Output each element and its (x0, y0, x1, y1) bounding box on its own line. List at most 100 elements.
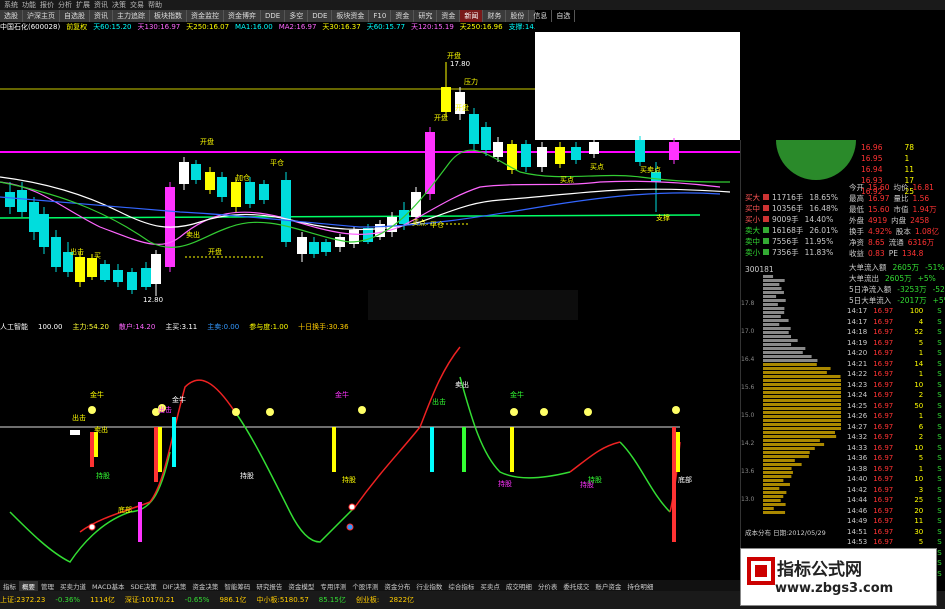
candle-16 (205, 172, 215, 190)
menu-tab-11[interactable]: 板块资金 (332, 10, 370, 22)
bottom-tab-18[interactable]: 分价表 (535, 581, 561, 591)
bottom-tab-17[interactable]: 成交明细 (503, 581, 535, 591)
menu-tab-10[interactable]: DDE (308, 10, 333, 22)
menu-tab-7[interactable]: 资金博弈 (224, 10, 261, 22)
profile-y-tick-0: 17.8 (741, 300, 755, 307)
bottom-tab-1[interactable]: 概要 (19, 580, 38, 591)
candle-7 (87, 258, 97, 277)
titlebar-menu-0: 系统 (4, 1, 18, 9)
quote-header-item-4: 天250:16.07 (186, 23, 230, 31)
fund-pct-1: +5% (917, 274, 936, 283)
bottom-tab-2[interactable]: 管理 (38, 581, 57, 591)
marker-icon-2 (346, 523, 354, 531)
titlebar-menu-6: 决策 (112, 1, 126, 9)
main-annotation-0: 开盘 (200, 137, 214, 146)
quote-val-5: 8.65 (868, 238, 885, 247)
smiley-icon-8 (584, 408, 592, 416)
order-bar-icon-0 (763, 194, 769, 200)
menu-tab-20[interactable]: 自选 (552, 10, 576, 22)
candle-21 (281, 180, 291, 242)
bottom-tab-14[interactable]: 行业指数 (413, 581, 445, 591)
profile-label: 成本分布 日期:2012/05/29 (745, 529, 826, 537)
menu-tab-1[interactable]: 沪深主页 (23, 10, 60, 22)
order-pct-5: 11.83% (804, 248, 834, 257)
status-item-8: 创业板: (355, 596, 380, 604)
menu-tab-19[interactable]: 信息 (529, 10, 553, 22)
main-annotation-14: 平仓 (430, 220, 444, 229)
tick-vol-0: 100 (909, 307, 924, 315)
menu-tab-2[interactable]: 自选股 (60, 10, 90, 22)
profile-bar-0 (763, 275, 774, 278)
bottom-tab-16[interactable]: 买卖点 (477, 581, 503, 591)
tick-time-19: 14:46 (847, 506, 868, 515)
profile-bar-3 (763, 287, 782, 290)
bottom-tab-10[interactable]: 资金模型 (285, 581, 317, 591)
indicator-annotation-3: 金牛 (172, 395, 186, 404)
bottom-tab-9[interactable]: 研究报告 (253, 581, 285, 591)
profile-bar-46 (763, 459, 795, 462)
quote-header-item-6: MA2:16.97 (278, 23, 317, 31)
kline-chart[interactable]: 17.8016.9416.0415.1714.2813.4112.55开盘出击买… (0, 32, 740, 322)
menu-tab-15[interactable]: 资金 (437, 10, 461, 22)
quote-label-4: 换手 (849, 227, 864, 236)
bottom-tab-7[interactable]: 资金决策 (189, 581, 221, 591)
quote-val2-2: 1.94万 (912, 205, 937, 214)
bottom-tab-3[interactable]: 买卖力道 (57, 581, 89, 591)
bottom-tab-19[interactable]: 委托成交 (560, 581, 592, 591)
tick-side-9: S (937, 401, 942, 410)
main-annotation-2: 买 (94, 252, 101, 260)
menu-tab-18[interactable]: 股份 (506, 10, 530, 22)
bottom-tab-15[interactable]: 综合指标 (445, 581, 477, 591)
main-annotation-4: 开盘 (208, 247, 222, 256)
menu-tab-17[interactable]: 财务 (483, 10, 507, 22)
bottom-tab-11[interactable]: 专用评测 (317, 581, 349, 591)
tick-row-19: 14:46 16.97 20 S (847, 506, 942, 517)
indicator-header-item-1: 100.00 (38, 323, 63, 331)
menu-tab-13[interactable]: 资金 (391, 10, 415, 22)
bottom-tab-6[interactable]: DIF决策 (160, 581, 190, 591)
tick-time-4: 14:20 (847, 349, 868, 357)
title-bar: 系统 功能 报价 分析 扩展 资讯 决策 交易 帮助 (0, 0, 945, 10)
indicator-header-item-5: 主卖:0.00 (207, 323, 240, 331)
profile-bar-57 (763, 503, 786, 506)
bottom-tab-8[interactable]: 智能筹码 (221, 581, 253, 591)
profile-bar-7 (763, 303, 778, 306)
menu-tab-5[interactable]: 板块指数 (150, 10, 187, 22)
tick-side-14: S (937, 454, 942, 462)
bottom-tab-4[interactable]: MACD基本 (89, 581, 127, 591)
bottom-tab-20[interactable]: 账户资金 (592, 581, 624, 591)
indicator-annotation-12: 持股 (342, 475, 356, 484)
bottom-tab-21[interactable]: 持仓明细 (624, 581, 656, 591)
candle-23 (309, 242, 319, 254)
main-annotation-6: 加仓 (236, 173, 250, 182)
tick-side-20: S (937, 517, 942, 525)
profile-bar-55 (763, 495, 784, 498)
candle-4 (51, 237, 61, 267)
menu-tab-12[interactable]: F10 (369, 10, 392, 22)
tick-side-7: S (937, 380, 942, 389)
fund-row-0: 大单流入额 2605万 -51% (849, 262, 944, 273)
profile-bar-29 (763, 391, 841, 394)
menu-tab-14[interactable]: 研究 (414, 10, 438, 22)
tick-price-18: 16.97 (873, 496, 894, 504)
bottom-tab-5[interactable]: SDE决策 (127, 581, 159, 591)
menu-tab-3[interactable]: 资讯 (90, 10, 113, 22)
bottom-tab-0[interactable]: 指标 (0, 581, 19, 591)
tick-row-13: 14:33 16.97 10 S (847, 443, 942, 454)
profile-bar-11 (763, 319, 789, 322)
menu-tab-4[interactable]: 主力追踪 (113, 10, 150, 22)
bottom-tab-12[interactable]: 个股评测 (349, 581, 381, 591)
indicator-chart[interactable]: 金牛金牛金牛金牛出击出击出击卖出卖出持股持股持股持股持股持股底部底部100806… (0, 332, 740, 572)
menu-tab-0[interactable]: 选股 (0, 10, 23, 22)
order-vol-2: 9009手 (772, 215, 799, 224)
bottom-tab-13[interactable]: 资金分布 (381, 581, 413, 591)
menu-tab-6[interactable]: 资金监控 (187, 10, 224, 22)
menu-tab-8[interactable]: DDE (261, 10, 286, 22)
menu-tab-9[interactable]: 多空 (285, 10, 309, 22)
fund-pct-3: +5% (932, 296, 945, 305)
profile-bar-38 (763, 427, 841, 430)
menu-tab-16[interactable]: 新闻 (460, 10, 484, 22)
tick-time-21: 14:51 (847, 527, 868, 536)
tick-vol-6: 1 (918, 370, 924, 378)
indicator-bar-2 (154, 427, 158, 482)
